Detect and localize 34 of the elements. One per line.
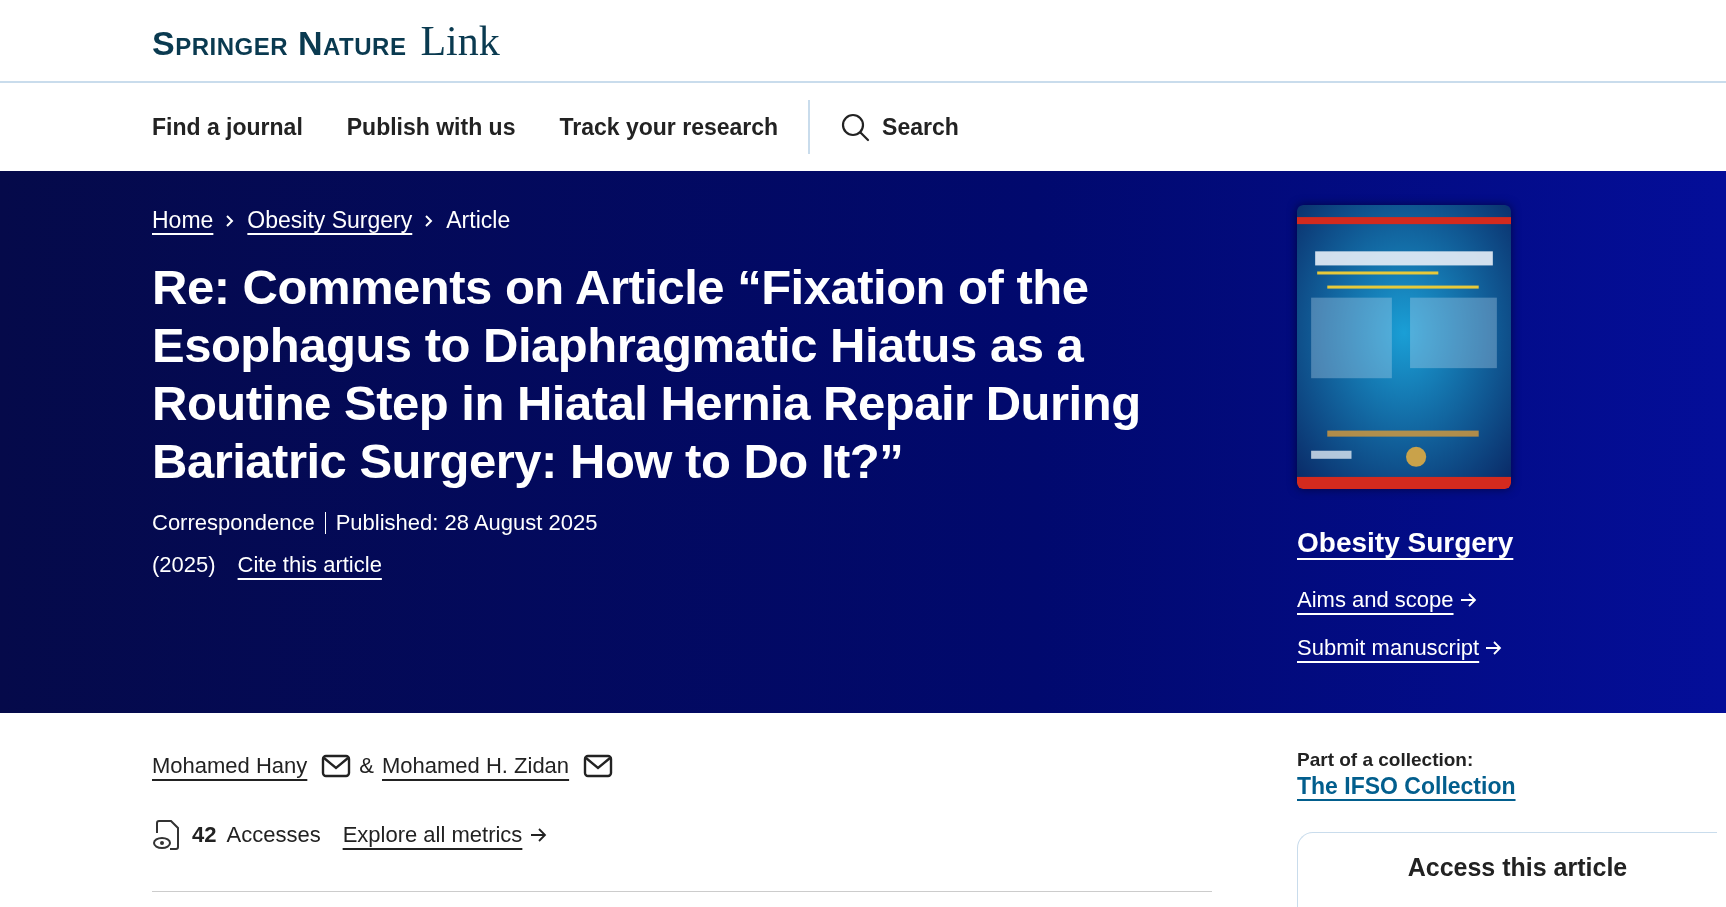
chevron-icon <box>424 213 435 228</box>
nav-link[interactable]: Publish with us <box>346 113 516 141</box>
author-separator: & <box>359 753 374 779</box>
publish-date: Published: 28 August 2025 <box>335 510 598 536</box>
mail-icon[interactable] <box>321 754 352 778</box>
article-title: Re: Comments on Article “Fixation of the Esophagus to Diaphragmatic Hiatus as a Routine Step in Hiatal Hernia Repair During Bariatric Surgery: How to Do It?” <box>152 259 1142 490</box>
access-title: Access this article <box>1406 853 1629 882</box>
metrics-link[interactable]: Explore all metrics <box>342 822 549 848</box>
document-eye-icon <box>152 819 182 851</box>
article-year: (2025) <box>152 552 216 578</box>
article-type: Correspondence <box>152 510 315 536</box>
arrow-icon <box>530 827 549 843</box>
cite-link[interactable]: Cite this article <box>237 552 382 578</box>
mail-icon[interactable] <box>583 754 614 778</box>
chevron-icon <box>225 213 236 228</box>
collection-link[interactable]: The IFSO Collection <box>1297 773 1516 800</box>
journal-link-item[interactable]: Submit manuscript <box>1297 635 1504 661</box>
breadcrumb-link[interactable]: Obesity Surgery <box>247 207 413 234</box>
collection-label: Part of a collection: <box>1297 749 1475 771</box>
arrow-icon <box>1485 640 1504 656</box>
journal-link-item[interactable]: Aims and scope <box>1297 587 1478 613</box>
access-count: 42 <box>192 822 217 848</box>
breadcrumb-link[interactable]: Home <box>152 207 214 234</box>
nav-link[interactable]: Find a journal <box>152 113 303 141</box>
nav-link[interactable]: Track your research <box>559 113 779 141</box>
breadcrumb-current: Article <box>446 207 511 234</box>
site-logo[interactable]: Springer Nature Link <box>152 16 500 65</box>
search-icon <box>840 112 871 142</box>
search-link[interactable]: Search <box>840 112 959 142</box>
author-link[interactable]: Mohamed Hany <box>152 753 308 779</box>
access-label: Accesses <box>226 822 321 848</box>
journal-link[interactable]: Obesity Surgery <box>1297 527 1514 559</box>
arrow-icon <box>1459 592 1478 608</box>
author-link[interactable]: Mohamed H. Zidan <box>382 753 570 779</box>
